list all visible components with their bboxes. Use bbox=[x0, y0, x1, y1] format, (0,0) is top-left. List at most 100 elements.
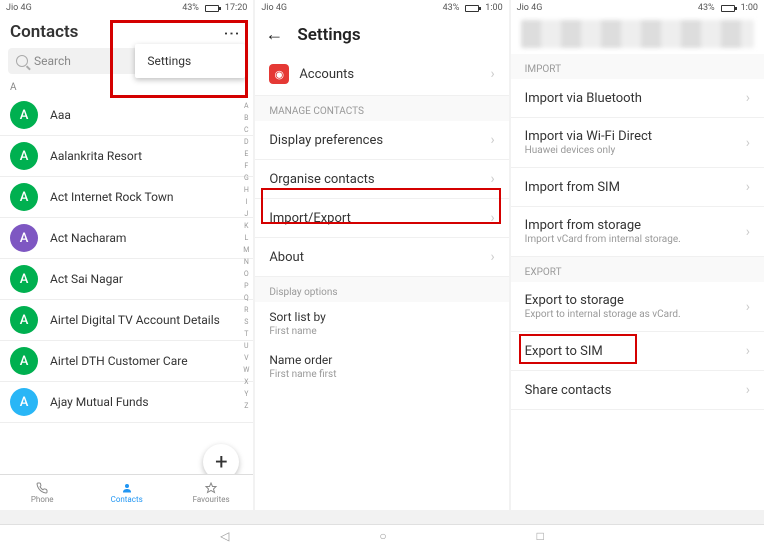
carrier-label: Jio 4G bbox=[517, 3, 543, 13]
contact-name: Act Sai Nagar bbox=[50, 272, 123, 286]
row-about[interactable]: About › bbox=[255, 238, 508, 277]
contact-row[interactable]: AAct Nacharam bbox=[0, 218, 253, 259]
row-export-sim[interactable]: Export to SIM › bbox=[511, 332, 764, 371]
bottom-nav: Phone Contacts Favourites bbox=[0, 474, 253, 510]
chevron-right-icon: › bbox=[490, 66, 494, 82]
row-label: Export to storage bbox=[525, 293, 681, 308]
chevron-right-icon: › bbox=[746, 135, 750, 151]
row-label: Organise contacts bbox=[269, 172, 374, 187]
row-import-sim[interactable]: Import from SIM › bbox=[511, 168, 764, 207]
nav-label: Favourites bbox=[193, 495, 230, 504]
row-accounts[interactable]: ◉ Accounts › bbox=[255, 53, 508, 96]
contacts-screen: Jio 4G 43% 17:20 Contacts ⋮ Search Setti… bbox=[0, 0, 253, 510]
row-export-storage[interactable]: Export to storageExport to internal stor… bbox=[511, 282, 764, 332]
home-nav-icon[interactable]: ○ bbox=[379, 529, 386, 543]
section-header: A bbox=[0, 80, 253, 95]
time-label: 17:20 bbox=[225, 3, 247, 13]
star-icon bbox=[204, 482, 218, 494]
battery-label: 43% bbox=[443, 3, 460, 13]
row-label: Display preferences bbox=[269, 133, 383, 148]
row-label: About bbox=[269, 250, 304, 265]
chevron-right-icon: › bbox=[746, 90, 750, 106]
row-name-value: First name first bbox=[255, 369, 508, 388]
battery-label: 43% bbox=[182, 3, 199, 13]
row-label: Import from storage bbox=[525, 218, 681, 233]
more-menu-button[interactable]: ⋮ bbox=[223, 21, 242, 43]
recents-nav-icon[interactable]: □ bbox=[537, 529, 544, 543]
battery-icon bbox=[205, 5, 219, 12]
chevron-right-icon: › bbox=[490, 249, 494, 265]
row-sort-by[interactable]: Sort list by bbox=[255, 302, 508, 326]
back-button[interactable]: ← bbox=[265, 24, 283, 45]
avatar: A bbox=[10, 265, 38, 293]
row-label: Import from SIM bbox=[525, 180, 620, 195]
section-header-manage: MANAGE CONTACTS bbox=[255, 96, 508, 121]
avatar: A bbox=[10, 142, 38, 170]
chevron-right-icon: › bbox=[490, 210, 494, 226]
chevron-right-icon: › bbox=[746, 179, 750, 195]
row-label: Import via Bluetooth bbox=[525, 91, 642, 106]
contact-row[interactable]: AAjay Mutual Funds bbox=[0, 382, 253, 423]
avatar: A bbox=[10, 347, 38, 375]
search-icon bbox=[16, 55, 28, 67]
battery-icon bbox=[465, 5, 479, 12]
row-display-preferences[interactable]: Display preferences › bbox=[255, 121, 508, 160]
import-export-screen: Jio 4G 43% 1:00 IMPORT Import via Blueto… bbox=[511, 0, 764, 510]
status-bar: Jio 4G 43% 1:00 bbox=[511, 0, 764, 16]
overflow-menu: Settings bbox=[135, 44, 245, 78]
row-import-storage[interactable]: Import from storageImport vCard from int… bbox=[511, 207, 764, 257]
contact-row[interactable]: A Act Sai Nagar bbox=[0, 259, 253, 300]
row-import-wifi-direct[interactable]: Import via Wi-Fi DirectHuawei devices on… bbox=[511, 118, 764, 168]
nav-contacts[interactable]: Contacts bbox=[84, 475, 168, 510]
row-label: Export to SIM bbox=[525, 344, 603, 359]
section-header-import: IMPORT bbox=[511, 54, 764, 79]
avatar: A bbox=[10, 388, 38, 416]
contact-name: Aalankrita Resort bbox=[50, 149, 142, 163]
nav-label: Phone bbox=[31, 495, 54, 504]
row-import-bluetooth[interactable]: Import via Bluetooth › bbox=[511, 79, 764, 118]
menu-item-settings[interactable]: Settings bbox=[147, 54, 233, 68]
row-share-contacts[interactable]: Share contacts› bbox=[511, 371, 764, 410]
page-title-blurred bbox=[521, 20, 754, 48]
contact-name: Act Nacharam bbox=[50, 231, 126, 245]
chevron-right-icon: › bbox=[490, 132, 494, 148]
row-label: Import via Wi-Fi Direct bbox=[525, 129, 652, 144]
chevron-right-icon: › bbox=[746, 299, 750, 315]
page-title: Contacts bbox=[10, 22, 78, 42]
index-bar[interactable]: A B C D E F G H I J K L M N O P Q R S T … bbox=[241, 100, 251, 412]
nav-favourites[interactable]: Favourites bbox=[169, 475, 253, 510]
section-header-export: EXPORT bbox=[511, 257, 764, 282]
status-bar: Jio 4G 43% 1:00 bbox=[255, 0, 508, 16]
contact-name: Aaa bbox=[50, 108, 71, 122]
time-label: 1:00 bbox=[485, 3, 502, 13]
row-organise-contacts[interactable]: Organise contacts› bbox=[255, 160, 508, 199]
nav-phone[interactable]: Phone bbox=[0, 475, 84, 510]
row-label: Import/Export bbox=[269, 211, 351, 226]
phone-icon bbox=[35, 482, 49, 494]
back-nav-icon[interactable]: ◁ bbox=[220, 529, 229, 543]
row-import-export[interactable]: Import/Export › bbox=[255, 199, 508, 238]
row-label: Sort list by bbox=[269, 310, 326, 324]
contact-row[interactable]: A Airtel Digital TV Account Details bbox=[0, 300, 253, 341]
contact-row[interactable]: AAct Internet Rock Town bbox=[0, 177, 253, 218]
contact-name: Airtel Digital TV Account Details bbox=[50, 313, 220, 327]
row-sub: Import vCard from internal storage. bbox=[525, 234, 681, 245]
contact-row[interactable]: AAirtel DTH Customer Care bbox=[0, 341, 253, 382]
contact-row[interactable]: A Aaa bbox=[0, 95, 253, 136]
contact-row[interactable]: A Aalankrita Resort bbox=[0, 136, 253, 177]
contacts-icon bbox=[120, 482, 134, 494]
accounts-icon: ◉ bbox=[269, 64, 289, 84]
avatar: A bbox=[10, 101, 38, 129]
search-placeholder: Search bbox=[34, 54, 71, 68]
avatar: A bbox=[10, 183, 38, 211]
battery-label: 43% bbox=[698, 3, 715, 13]
row-sub: Export to internal storage as vCard. bbox=[525, 309, 681, 320]
avatar: A bbox=[10, 306, 38, 334]
chevron-right-icon: › bbox=[746, 343, 750, 359]
row-name-order[interactable]: Name order bbox=[255, 345, 508, 369]
section-header-display: Display options bbox=[255, 277, 508, 302]
row-sort-value: First name bbox=[255, 326, 508, 345]
settings-screen: Jio 4G 43% 1:00 ← Settings ◉ Accounts › … bbox=[255, 0, 508, 510]
system-nav-bar: ◁ ○ □ bbox=[0, 524, 764, 546]
page-title: Settings bbox=[297, 25, 360, 45]
